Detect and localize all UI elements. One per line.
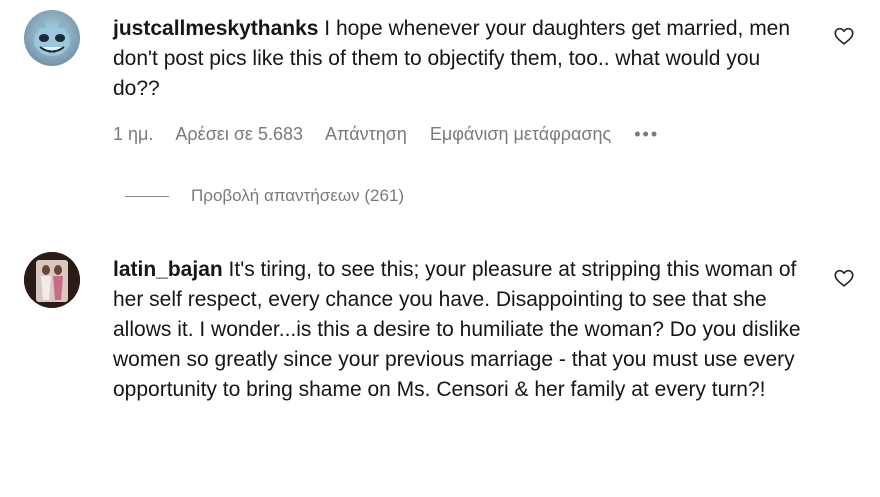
comment-meta-row: 1 ημ. Αρέσει σε 5.683 Απάντηση Εμφάνιση … — [113, 124, 677, 145]
comment-text-block: latin_bajan It's tiring, to see this; yo… — [113, 255, 818, 405]
comment-text-block: justcallmeskythanks I hope whenever your… — [113, 14, 803, 104]
photo-avatar-icon — [24, 252, 80, 308]
reply-button[interactable]: Απάντηση — [325, 124, 407, 144]
comments-section: justcallmeskythanks I hope whenever your… — [0, 0, 880, 497]
heart-outline-icon[interactable] — [833, 267, 855, 289]
more-options-icon[interactable]: ••• — [634, 124, 659, 144]
comment-username[interactable]: justcallmeskythanks — [113, 17, 318, 40]
view-replies-button[interactable]: Προβολή απαντήσεων (261) — [125, 186, 404, 206]
cat-avatar-icon — [24, 10, 80, 66]
replies-divider-line — [125, 195, 169, 197]
comment-time[interactable]: 1 ημ. — [113, 124, 153, 144]
avatar[interactable] — [24, 10, 80, 66]
avatar[interactable] — [24, 252, 80, 308]
see-translation-button[interactable]: Εμφάνιση μετάφρασης — [430, 124, 611, 144]
heart-outline-icon[interactable] — [833, 25, 855, 47]
comment-like-count[interactable]: Αρέσει σε 5.683 — [175, 124, 303, 144]
comment-username[interactable]: latin_bajan — [113, 258, 223, 281]
view-replies-label: Προβολή απαντήσεων (261) — [191, 186, 405, 205]
